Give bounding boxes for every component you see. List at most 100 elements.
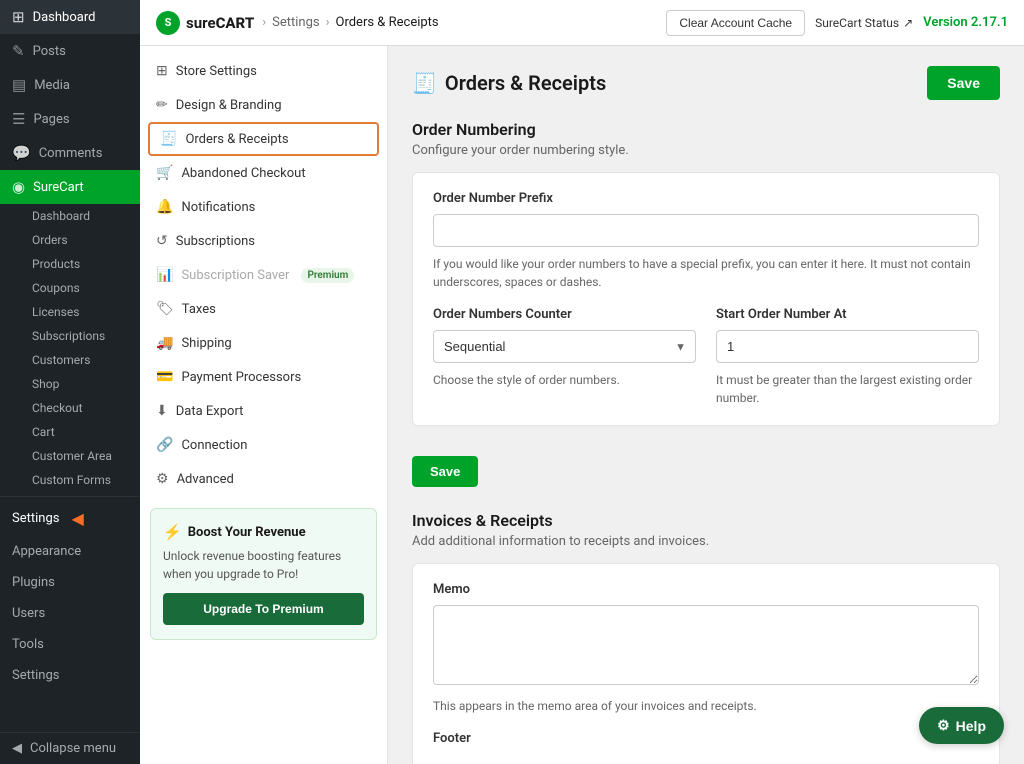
memo-hint: This appears in the memo area of your in… (433, 697, 979, 715)
counter-select[interactable]: Sequential Random (433, 330, 696, 363)
panel-title-icon: 🧾 (412, 71, 437, 95)
surecart-logo: S sureCART (156, 11, 254, 35)
store-settings-icon: ⊞ (156, 63, 168, 79)
sidebar-item-customer-area[interactable]: Customer Area (20, 444, 140, 468)
order-numbering-title: Order Numbering (412, 120, 1000, 139)
upgrade-to-premium-button[interactable]: Upgrade To Premium (163, 593, 364, 625)
sidebar-item-cart[interactable]: Cart (20, 420, 140, 444)
ps-abandoned-checkout[interactable]: 🛒 Abandoned Checkout (140, 156, 387, 190)
sidebar-item-customers[interactable]: Customers (20, 348, 140, 372)
prefix-label: Order Number Prefix (433, 191, 979, 206)
connection-icon: 🔗 (156, 437, 173, 453)
design-branding-icon: ✏ (156, 97, 168, 113)
breadcrumb-settings[interactable]: Settings (272, 15, 319, 30)
main-area: S sureCART › Settings › Orders & Receipt… (140, 0, 1024, 764)
orders-receipts-icon: 🧾 (160, 131, 177, 147)
sidebar-item-surecart[interactable]: ◉ SureCart (0, 170, 140, 204)
sidebar-item-comments[interactable]: 💬 Comments (0, 136, 140, 170)
ps-orders-receipts[interactable]: 🧾 Orders & Receipts (148, 122, 379, 156)
settings-arrow-icon: ◀ (71, 509, 83, 528)
start-number-input[interactable] (716, 330, 979, 363)
media-icon: ▤ (12, 76, 26, 94)
sidebar-item-media[interactable]: ▤ Media (0, 68, 140, 102)
invoices-card: Memo This appears in the memo area of yo… (412, 563, 1000, 764)
counter-select-wrap: Sequential Random ▼ (433, 330, 696, 363)
ps-shipping[interactable]: 🚚 Shipping (140, 326, 387, 360)
order-numbering-desc: Configure your order numbering style. (412, 143, 1000, 158)
sidebar-item-posts[interactable]: ✎ Posts (0, 34, 140, 68)
boost-revenue-box: ⚡ Boost Your Revenue Unlock revenue boos… (150, 508, 377, 640)
sidebar-item-plugins[interactable]: Plugins (0, 567, 140, 598)
sidebar-item-settings-wp[interactable]: Settings (0, 660, 140, 691)
panel-header: 🧾 Orders & Receipts Save (412, 66, 1000, 100)
surecart-icon: ◉ (12, 178, 25, 196)
data-export-icon: ⬇ (156, 403, 168, 419)
ps-design-branding[interactable]: ✏ Design & Branding (140, 88, 387, 122)
help-button[interactable]: ⚙ Help (919, 707, 1004, 744)
subscription-saver-icon: 📊 (156, 267, 173, 283)
invoices-title: Invoices & Receipts (412, 511, 1000, 530)
sidebar-item-orders[interactable]: Orders (20, 228, 140, 252)
ps-advanced[interactable]: ⚙ Advanced (140, 462, 387, 496)
comments-icon: 💬 (12, 144, 31, 162)
notifications-icon: 🔔 (156, 199, 173, 215)
wp-sidebar-section-settings: Settings ◀ Appearance Plugins Users Tool… (0, 496, 140, 691)
ps-data-export[interactable]: ⬇ Data Export (140, 394, 387, 428)
memo-label: Memo (433, 582, 979, 597)
sidebar-item-settings[interactable]: Settings ◀ (0, 501, 140, 536)
advanced-icon: ⚙ (156, 471, 169, 487)
sidebar-item-checkout[interactable]: Checkout (20, 396, 140, 420)
abandoned-checkout-icon: 🛒 (156, 165, 173, 181)
counter-label: Order Numbers Counter (433, 307, 696, 322)
breadcrumb: › Settings › Orders & Receipts (262, 15, 658, 30)
sidebar-item-custom-forms[interactable]: Custom Forms (20, 468, 140, 492)
save-button-top[interactable]: Save (927, 66, 1000, 100)
shipping-icon: 🚚 (156, 335, 173, 351)
collapse-menu-button[interactable]: ◀ Collapse menu (0, 732, 140, 764)
taxes-icon: 🏷 (156, 301, 174, 317)
clear-cache-button[interactable]: Clear Account Cache (666, 10, 805, 36)
ps-connection[interactable]: 🔗 Connection (140, 428, 387, 462)
ps-subscriptions[interactable]: ↺ Subscriptions (140, 224, 387, 258)
counter-start-grid: Order Numbers Counter Sequential Random … (433, 307, 979, 407)
invoices-desc: Add additional information to receipts a… (412, 534, 1000, 549)
sidebar-item-sc-dashboard[interactable]: Dashboard (20, 204, 140, 228)
boost-icon: ⚡ (163, 523, 182, 541)
ps-subscription-saver[interactable]: 📊 Subscription Saver Premium (140, 258, 387, 292)
start-hint: It must be greater than the largest exis… (716, 371, 979, 407)
order-numbering-card: Order Number Prefix If you would like yo… (412, 172, 1000, 426)
sidebar-item-tools[interactable]: Tools (0, 629, 140, 660)
prefix-hint: If you would like your order numbers to … (433, 255, 979, 291)
ps-store-settings[interactable]: ⊞ Store Settings (140, 54, 387, 88)
prefix-input[interactable] (433, 214, 979, 247)
sidebar-item-appearance[interactable]: Appearance (0, 536, 140, 567)
breadcrumb-sep1: › (262, 15, 266, 30)
sidebar-item-pages[interactable]: ☰ Pages (0, 102, 140, 136)
breadcrumb-sep2: › (326, 15, 330, 30)
breadcrumb-current: Orders & Receipts (336, 15, 439, 30)
topbar: S sureCART › Settings › Orders & Receipt… (140, 0, 1024, 46)
sidebar-item-dashboard[interactable]: ⊞ Dashboard (0, 0, 140, 34)
ps-notifications[interactable]: 🔔 Notifications (140, 190, 387, 224)
collapse-icon: ◀ (12, 741, 22, 756)
sidebar-item-users[interactable]: Users (0, 598, 140, 629)
ps-taxes[interactable]: 🏷 Taxes (140, 292, 387, 326)
counter-field-group: Order Numbers Counter Sequential Random … (433, 307, 696, 407)
sidebar-item-shop[interactable]: Shop (20, 372, 140, 396)
footer-label: Footer (433, 731, 979, 746)
ps-payment-processors[interactable]: 💳 Payment Processors (140, 360, 387, 394)
sidebar-item-subscriptions[interactable]: Subscriptions (20, 324, 140, 348)
save-button-order-numbering[interactable]: Save (412, 456, 478, 487)
start-label: Start Order Number At (716, 307, 979, 322)
logo-text: sureCART (186, 14, 254, 32)
invoices-section: Invoices & Receipts Add additional infor… (412, 511, 1000, 764)
status-link[interactable]: SureCart Status ↗ (815, 16, 913, 30)
premium-badge: Premium (301, 268, 354, 283)
sidebar-item-licenses[interactable]: Licenses (20, 300, 140, 324)
boost-description: Unlock revenue boosting features when yo… (163, 547, 364, 583)
posts-icon: ✎ (12, 42, 25, 60)
memo-textarea[interactable] (433, 605, 979, 685)
sidebar-item-products[interactable]: Products (20, 252, 140, 276)
pages-icon: ☰ (12, 110, 25, 128)
sidebar-item-coupons[interactable]: Coupons (20, 276, 140, 300)
